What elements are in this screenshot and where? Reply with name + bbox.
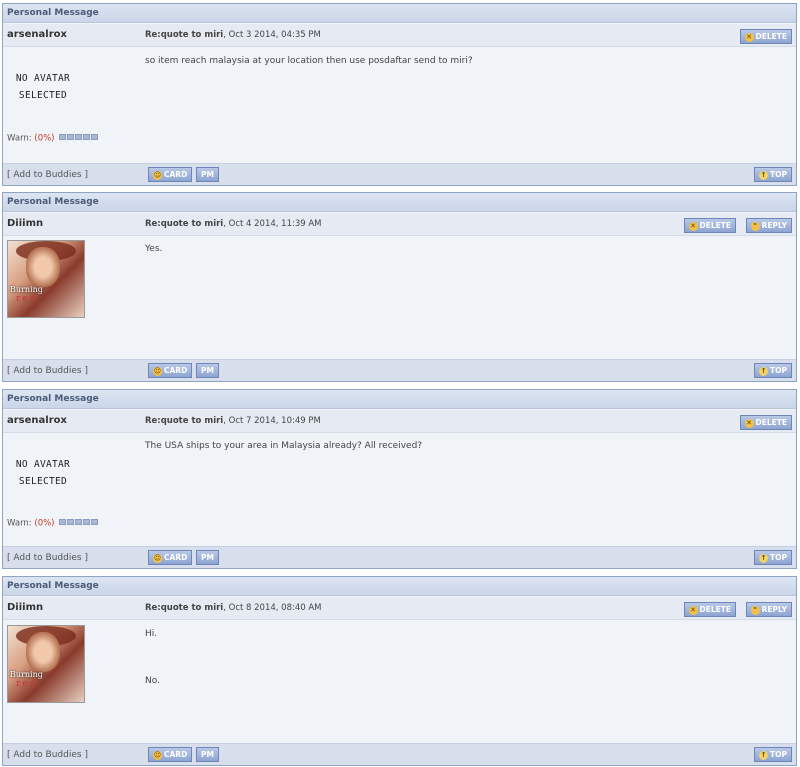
quote-icon: " xyxy=(750,605,760,615)
message-footer: [ Add to Buddies ] ☺ CARD PM ↑ TOP xyxy=(3,163,796,185)
reply-button[interactable]: " REPLY xyxy=(745,602,792,617)
card-button[interactable]: ☺ CARD xyxy=(148,363,193,378)
message-date: , Oct 4 2014, 11:39 AM xyxy=(223,219,322,229)
arrow-up-icon: ↑ xyxy=(759,170,768,180)
message-date: , Oct 7 2014, 10:49 PM xyxy=(223,416,321,426)
card-button[interactable]: ☺ CARD xyxy=(148,550,193,565)
pm-button[interactable]: PM xyxy=(196,167,219,182)
add-to-buddies-link[interactable]: [ Add to Buddies ] xyxy=(7,750,88,760)
warn-level: Warn: (0%) xyxy=(7,133,99,144)
delete-button[interactable]: ✕ DELETE xyxy=(683,602,736,617)
message-post: Personal Message arsenalrox Re:quote to … xyxy=(2,389,797,569)
add-to-buddies-link[interactable]: [ Add to Buddies ] xyxy=(7,553,88,563)
author-name[interactable]: arsenalrox xyxy=(7,415,67,426)
message-subject: Re:quote to miri, Oct 3 2014, 04:35 PM xyxy=(145,30,321,40)
top-button[interactable]: ↑ TOP xyxy=(754,550,792,565)
add-to-buddies-link[interactable]: [ Add to Buddies ] xyxy=(7,366,88,376)
message-subject: Re:quote to miri, Oct 4 2014, 11:39 AM xyxy=(145,219,322,229)
message-header: Personal Message xyxy=(3,4,796,23)
no-avatar: NO AVATAR SELECTED xyxy=(15,459,71,487)
delete-button[interactable]: ✕ DELETE xyxy=(739,415,792,430)
message-subheader: arsenalrox Re:quote to miri, Oct 7 2014,… xyxy=(3,410,796,433)
user-icon: ☺ xyxy=(153,750,162,760)
avatar-caption: red xyxy=(16,679,38,689)
avatar: Burning red xyxy=(7,625,85,703)
message-text: so item reach malaysia at your location … xyxy=(145,56,473,66)
top-button[interactable]: ↑ TOP xyxy=(754,363,792,378)
subject-title: Re:quote to miri xyxy=(145,219,224,229)
message-subheader: Diiimn Re:quote to miri, Oct 8 2014, 08:… xyxy=(3,597,796,620)
message-post: Personal Message Diiimn Re:quote to miri… xyxy=(2,192,797,382)
warn-meter xyxy=(59,518,99,528)
message-header: Personal Message xyxy=(3,390,796,409)
arrow-up-icon: ↑ xyxy=(759,553,768,563)
message-footer: [ Add to Buddies ] ☺ CARD PM ↑ TOP xyxy=(3,359,796,381)
reply-button[interactable]: " REPLY xyxy=(745,218,792,233)
message-text: The USA ships to your area in Malaysia a… xyxy=(145,441,423,451)
delete-icon: ✕ xyxy=(744,418,754,428)
avatar-caption: Burning xyxy=(10,670,43,679)
delete-button[interactable]: ✕ DELETE xyxy=(739,29,792,44)
delete-icon: ✕ xyxy=(744,32,754,42)
no-avatar: NO AVATAR SELECTED xyxy=(15,73,71,101)
quote-icon: " xyxy=(750,221,760,231)
message-subject: Re:quote to miri, Oct 8 2014, 08:40 AM xyxy=(145,603,322,613)
message-subheader: arsenalrox Re:quote to miri, Oct 3 2014,… xyxy=(3,24,796,47)
subject-title: Re:quote to miri xyxy=(145,416,224,426)
warn-meter xyxy=(59,133,99,143)
message-text: Hi. xyxy=(145,629,158,639)
subject-title: Re:quote to miri xyxy=(145,30,224,40)
message-post: Personal Message arsenalrox Re:quote to … xyxy=(2,3,797,186)
user-icon: ☺ xyxy=(153,170,162,180)
card-button[interactable]: ☺ CARD xyxy=(148,747,193,762)
message-header: Personal Message xyxy=(3,193,796,212)
user-icon: ☺ xyxy=(153,553,162,563)
avatar-caption: Burning xyxy=(10,285,43,294)
delete-icon: ✕ xyxy=(688,605,698,615)
message-subject: Re:quote to miri, Oct 7 2014, 10:49 PM xyxy=(145,416,321,426)
user-icon: ☺ xyxy=(153,366,162,376)
author-name[interactable]: Diiimn xyxy=(7,218,43,229)
pm-button[interactable]: PM xyxy=(196,363,219,378)
author-name[interactable]: Diiimn xyxy=(7,602,43,613)
top-button[interactable]: ↑ TOP xyxy=(754,167,792,182)
message-text: No. xyxy=(145,676,160,686)
avatar: Burning red xyxy=(7,240,85,318)
delete-icon: ✕ xyxy=(688,221,698,231)
avatar-caption: red xyxy=(16,294,38,304)
message-post: Personal Message Diiimn Re:quote to miri… xyxy=(2,576,797,766)
message-date: , Oct 8 2014, 08:40 AM xyxy=(223,603,322,613)
card-button[interactable]: ☺ CARD xyxy=(148,167,193,182)
author-name[interactable]: arsenalrox xyxy=(7,29,67,40)
message-footer: [ Add to Buddies ] ☺ CARD PM ↑ TOP xyxy=(3,743,796,765)
arrow-up-icon: ↑ xyxy=(759,366,768,376)
subject-title: Re:quote to miri xyxy=(145,603,224,613)
message-subheader: Diiimn Re:quote to miri, Oct 4 2014, 11:… xyxy=(3,213,796,236)
top-button[interactable]: ↑ TOP xyxy=(754,747,792,762)
warn-level: Warn: (0%) xyxy=(7,518,99,529)
message-header: Personal Message xyxy=(3,577,796,596)
pm-button[interactable]: PM xyxy=(196,550,219,565)
message-date: , Oct 3 2014, 04:35 PM xyxy=(223,30,321,40)
add-to-buddies-link[interactable]: [ Add to Buddies ] xyxy=(7,170,88,180)
message-text: Yes. xyxy=(145,244,163,254)
arrow-up-icon: ↑ xyxy=(759,750,768,760)
pm-button[interactable]: PM xyxy=(196,747,219,762)
delete-button[interactable]: ✕ DELETE xyxy=(683,218,736,233)
message-footer: [ Add to Buddies ] ☺ CARD PM ↑ TOP xyxy=(3,546,796,568)
